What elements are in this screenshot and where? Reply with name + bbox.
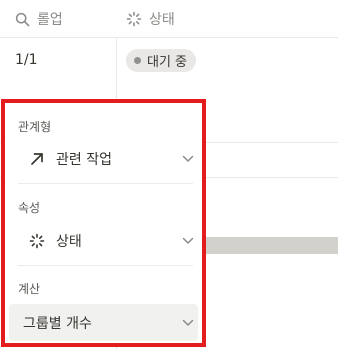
rollup-config-panel: 관계형 관련 작업 속성 상태 계산 그룹별 개수: [1, 99, 206, 347]
rollup-config-view: 롤업 상태 1/1 대기 중 관계형 관련 작업 속성 상태 계산 그룹별 개수: [0, 0, 338, 350]
rollup-cell[interactable]: 1/1: [15, 52, 38, 68]
arrow-up-right-icon: [28, 152, 46, 166]
column-header-rollup[interactable]: 롤업: [15, 0, 63, 38]
search-icon: [15, 12, 30, 27]
chevron-down-icon: [182, 319, 194, 327]
property-select-value: 상태: [56, 233, 82, 250]
status-dot-icon: [134, 57, 141, 64]
section-divider: [18, 183, 193, 184]
column-header-label: 상태: [149, 12, 175, 28]
table-header: 롤업 상태: [0, 0, 338, 38]
relation-select[interactable]: 관련 작업: [9, 140, 198, 177]
calculate-select[interactable]: 그룹별 개수: [9, 304, 198, 341]
chevron-down-icon: [182, 155, 194, 163]
cell-highlight-bar: [205, 237, 338, 254]
calculate-section-label: 계산: [18, 282, 41, 296]
property-select[interactable]: 상태: [9, 222, 198, 259]
column-header-status[interactable]: 상태: [126, 0, 175, 38]
property-section-label: 속성: [18, 201, 41, 215]
status-badge-label: 대기 중: [147, 55, 188, 70]
chevron-down-icon: [182, 237, 194, 245]
relation-section-label: 관계형: [18, 120, 52, 134]
column-header-label: 롤업: [37, 12, 63, 28]
relation-select-value: 관련 작업: [56, 151, 112, 168]
calculate-select-value: 그룹별 개수: [23, 315, 92, 332]
status-loader-icon: [28, 233, 46, 249]
section-divider: [18, 265, 193, 266]
status-loader-icon: [126, 11, 142, 27]
status-badge[interactable]: 대기 중: [126, 49, 197, 72]
